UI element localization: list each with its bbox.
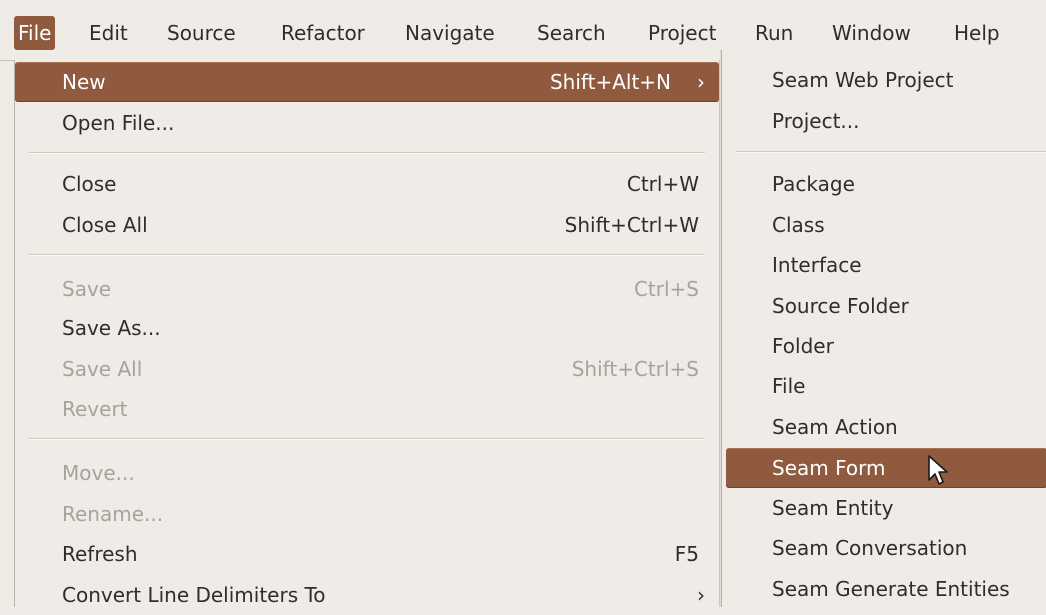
submenu-item-source-folder[interactable]: Source Folder xyxy=(722,286,1046,326)
submenu-item-seam-generate-entities[interactable]: Seam Generate Entities xyxy=(722,569,1046,609)
menubar-source[interactable]: Source xyxy=(167,18,236,48)
menubar-help[interactable]: Help xyxy=(954,18,1000,48)
menubar-edit[interactable]: Edit xyxy=(89,18,128,48)
submenu-item-label: Package xyxy=(772,172,855,196)
menu-item-save-all-accel: Shift+Ctrl+S xyxy=(571,357,699,381)
menu-separator xyxy=(29,438,705,440)
submenu-item-class[interactable]: Class xyxy=(722,205,1046,245)
menu-separator xyxy=(29,254,705,256)
mouse-pointer-icon xyxy=(928,455,948,485)
submenu-item-seam-form[interactable]: Seam Form xyxy=(726,448,1046,488)
submenu-item-label: Project... xyxy=(772,109,860,133)
submenu-item-label: Class xyxy=(772,213,825,237)
menu-item-convert-line-delimiters-label: Convert Line Delimiters To xyxy=(62,583,326,607)
new-submenu: Seam Web Project Project... Package Clas… xyxy=(721,50,1046,607)
submenu-item-label: Seam Form xyxy=(772,456,886,480)
menubar-search[interactable]: Search xyxy=(537,18,606,48)
menu-item-revert: Revert xyxy=(15,389,719,429)
menubar-window[interactable]: Window xyxy=(832,18,911,48)
submenu-item-label: Seam Entity xyxy=(772,496,894,520)
menubar-refactor[interactable]: Refactor xyxy=(281,18,365,48)
menu-item-move: Move... xyxy=(15,453,719,493)
menu-item-close-accel: Ctrl+W xyxy=(626,172,699,196)
menubar-project[interactable]: Project xyxy=(648,18,716,48)
menu-item-refresh-label: Refresh xyxy=(62,542,138,566)
menu-item-save-as-label: Save As... xyxy=(62,316,161,340)
submenu-item-project[interactable]: Project... xyxy=(722,101,1046,141)
menu-item-save-label: Save xyxy=(62,277,112,301)
submenu-item-file[interactable]: File xyxy=(722,366,1046,406)
file-menu: New Shift+Alt+N › Open File... Close Ctr… xyxy=(14,60,720,607)
menu-item-save-all: Save All Shift+Ctrl+S xyxy=(15,349,719,389)
menubar-navigate[interactable]: Navigate xyxy=(405,18,495,48)
menu-item-convert-line-delimiters[interactable]: Convert Line Delimiters To › xyxy=(15,575,719,615)
menu-item-new-label: New xyxy=(62,70,106,94)
submenu-item-interface[interactable]: Interface xyxy=(722,245,1046,285)
submenu-item-package[interactable]: Package xyxy=(722,164,1046,204)
chevron-right-icon: › xyxy=(697,583,705,607)
submenu-item-label: Interface xyxy=(772,253,862,277)
menu-item-close[interactable]: Close Ctrl+W xyxy=(15,164,719,204)
submenu-item-label: Folder xyxy=(772,334,834,358)
submenu-item-seam-entity[interactable]: Seam Entity xyxy=(722,488,1046,528)
menu-item-save: Save Ctrl+S xyxy=(15,269,719,309)
submenu-item-label: Seam Conversation xyxy=(772,536,968,560)
menu-item-close-all-label: Close All xyxy=(62,213,148,237)
menu-item-save-all-label: Save All xyxy=(62,357,143,381)
chevron-right-icon: › xyxy=(697,70,705,94)
menu-item-rename-label: Rename... xyxy=(62,502,164,526)
menubar-run[interactable]: Run xyxy=(755,18,793,48)
menu-item-new[interactable]: New Shift+Alt+N › xyxy=(15,62,719,102)
submenu-item-seam-web-project[interactable]: Seam Web Project xyxy=(722,60,1046,100)
menu-item-close-label: Close xyxy=(62,172,117,196)
menu-item-close-all-accel: Shift+Ctrl+W xyxy=(564,213,699,237)
menu-item-save-as[interactable]: Save As... xyxy=(15,308,719,348)
submenu-item-label: Seam Web Project xyxy=(772,68,954,92)
submenu-item-label: Source Folder xyxy=(772,294,909,318)
menu-item-new-accel: Shift+Alt+N xyxy=(549,70,671,94)
submenu-item-seam-action[interactable]: Seam Action xyxy=(722,407,1046,447)
submenu-item-seam-conversation[interactable]: Seam Conversation xyxy=(722,528,1046,568)
submenu-item-label: Seam Action xyxy=(772,415,898,439)
menubar-file[interactable]: File xyxy=(14,16,56,50)
submenu-item-label: Seam Generate Entities xyxy=(772,577,1010,601)
menu-item-refresh-accel: F5 xyxy=(674,542,699,566)
menu-item-close-all[interactable]: Close All Shift+Ctrl+W xyxy=(15,205,719,245)
menu-item-revert-label: Revert xyxy=(62,397,128,421)
menu-item-refresh[interactable]: Refresh F5 xyxy=(15,534,719,574)
menu-item-rename: Rename... xyxy=(15,494,719,534)
menu-separator xyxy=(29,152,705,154)
submenu-item-label: File xyxy=(772,374,806,398)
menu-item-save-accel: Ctrl+S xyxy=(633,277,699,301)
menu-item-open-file[interactable]: Open File... xyxy=(15,103,719,143)
menu-separator xyxy=(736,151,1046,153)
menu-item-move-label: Move... xyxy=(62,461,135,485)
submenu-item-folder[interactable]: Folder xyxy=(722,326,1046,366)
menu-item-open-file-label: Open File... xyxy=(62,111,175,135)
